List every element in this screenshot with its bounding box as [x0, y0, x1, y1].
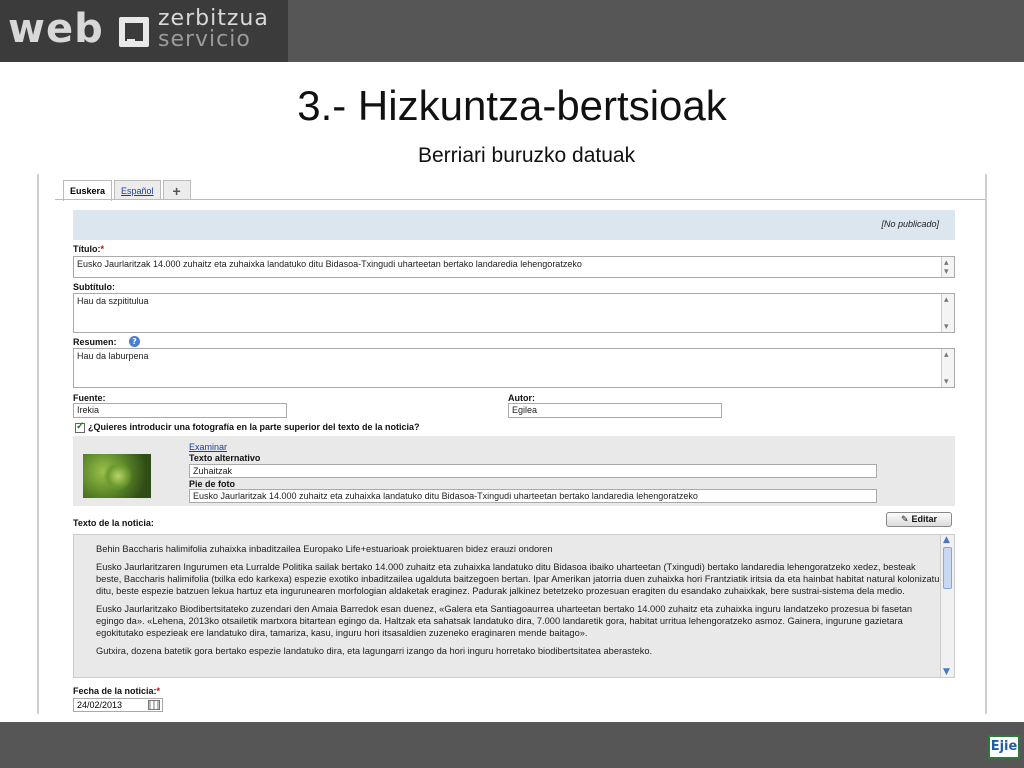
web-zerbitzua-logo: web zerbitzua servicio — [0, 0, 288, 62]
tab-euskera[interactable]: Euskera — [63, 180, 113, 201]
scroll-down-icon[interactable]: ▼ — [943, 667, 950, 677]
publication-status-bar: [No publicado] — [73, 210, 955, 240]
caption-field[interactable]: Eusko Jaurlaritzak 14.000 zuhaitz eta zu… — [189, 489, 877, 503]
edit-button-label: Editar — [911, 514, 938, 524]
fuente-label: Fuente: — [73, 393, 106, 403]
fuente-field[interactable]: Irekia — [73, 403, 287, 418]
logo-line2: servicio — [158, 27, 251, 52]
body-paragraph: Eusko Jaurlaritzaren Ingurumen eta Lurra… — [96, 562, 940, 596]
pencil-icon: ✎ — [900, 514, 909, 524]
photo-option-row: ¿Quieres introducir una fotografía en la… — [75, 421, 420, 433]
fuente-value: Irekia — [77, 405, 100, 415]
titulo-field[interactable]: Eusko Jaurlaritzak 14.000 zuhaitz eta zu… — [73, 256, 955, 278]
news-form-screenshot: Euskera Español + [No publicado] Título:… — [37, 174, 987, 714]
logo-web-text: web — [8, 6, 104, 52]
logo-dot-icon — [119, 17, 149, 47]
subtitulo-value: Hau da szpititulua — [77, 296, 149, 306]
texto-label: Texto de la noticia: — [73, 518, 154, 528]
status-label: [No publicado] — [881, 219, 939, 229]
autor-field[interactable]: Egilea — [508, 403, 722, 418]
body-paragraph: Gutxira, dozena batetik gora bertako esp… — [96, 646, 653, 656]
subtitulo-field[interactable]: Hau da szpititulua — [73, 293, 955, 333]
fecha-value: 24/02/2013 — [77, 700, 123, 710]
caption-value: Eusko Jaurlaritzak 14.000 zuhaitz eta zu… — [193, 491, 698, 501]
news-body-text: Behin Baccharis halimifolia zuhaixka inb… — [96, 543, 941, 663]
alt-text-value: Zuhaitzak — [193, 466, 233, 476]
fecha-field[interactable]: 24/02/2013 — [73, 698, 163, 712]
add-language-tab[interactable]: + — [162, 180, 191, 200]
titulo-scrollbar[interactable] — [941, 257, 954, 277]
scroll-up-icon[interactable]: ▲ — [943, 535, 950, 545]
language-tabs: Euskera Español + — [63, 180, 193, 201]
examinar-link[interactable]: Examinar — [189, 442, 227, 452]
autor-value: Egilea — [512, 405, 538, 415]
titulo-value: Eusko Jaurlaritzak 14.000 zuhaitz eta zu… — [77, 259, 582, 269]
photo-question: ¿Quieres introducir una fotografía en la… — [88, 422, 420, 432]
photo-panel: Examinar Texto alternativo Zuhaitzak Pie… — [73, 436, 955, 506]
resumen-field[interactable]: Hau da laburpena — [73, 348, 955, 388]
resumen-label: Resumen: — [73, 337, 117, 347]
news-body-viewer[interactable]: Behin Baccharis halimifolia zuhaixka inb… — [73, 534, 955, 678]
body-paragraph: Eusko Jaurlaritzako Biodibertsitateko zu… — [96, 604, 913, 638]
tab-espanol[interactable]: Español — [114, 180, 161, 200]
photo-checkbox[interactable] — [75, 421, 85, 433]
slide-subtitle: Berriari buruzko datuak — [418, 144, 636, 167]
bottom-banner: Ejie — [0, 722, 1024, 768]
ejie-logo: Ejie — [988, 735, 1020, 759]
scroll-thumb[interactable] — [943, 547, 952, 589]
fecha-label: Fecha de la noticia:* — [73, 686, 161, 696]
calendar-icon[interactable] — [148, 700, 160, 710]
autor-label: Autor: — [508, 393, 535, 403]
caption-label: Pie de foto — [189, 479, 236, 489]
resumen-value: Hau da laburpena — [77, 351, 149, 361]
slide-title: 3.- Hizkuntza-bertsioak — [297, 82, 727, 129]
titulo-label: Título:* — [73, 244, 105, 254]
edit-button[interactable]: ✎ Editar — [886, 512, 952, 527]
tab-divider — [55, 199, 985, 200]
alt-text-field[interactable]: Zuhaitzak — [189, 464, 877, 478]
body-scrollbar[interactable]: ▲ ▼ — [940, 535, 954, 677]
resumen-scrollbar[interactable] — [941, 349, 954, 387]
body-paragraph: Behin Baccharis halimifolia zuhaixka inb… — [96, 544, 553, 554]
photo-thumbnail — [83, 454, 151, 498]
subtitulo-scrollbar[interactable] — [941, 294, 954, 332]
help-icon[interactable]: ? — [129, 336, 140, 347]
top-banner: web zerbitzua servicio — [0, 0, 1024, 62]
subtitulo-label: Subtítulo: — [73, 282, 115, 292]
alt-text-label: Texto alternativo — [189, 453, 261, 463]
